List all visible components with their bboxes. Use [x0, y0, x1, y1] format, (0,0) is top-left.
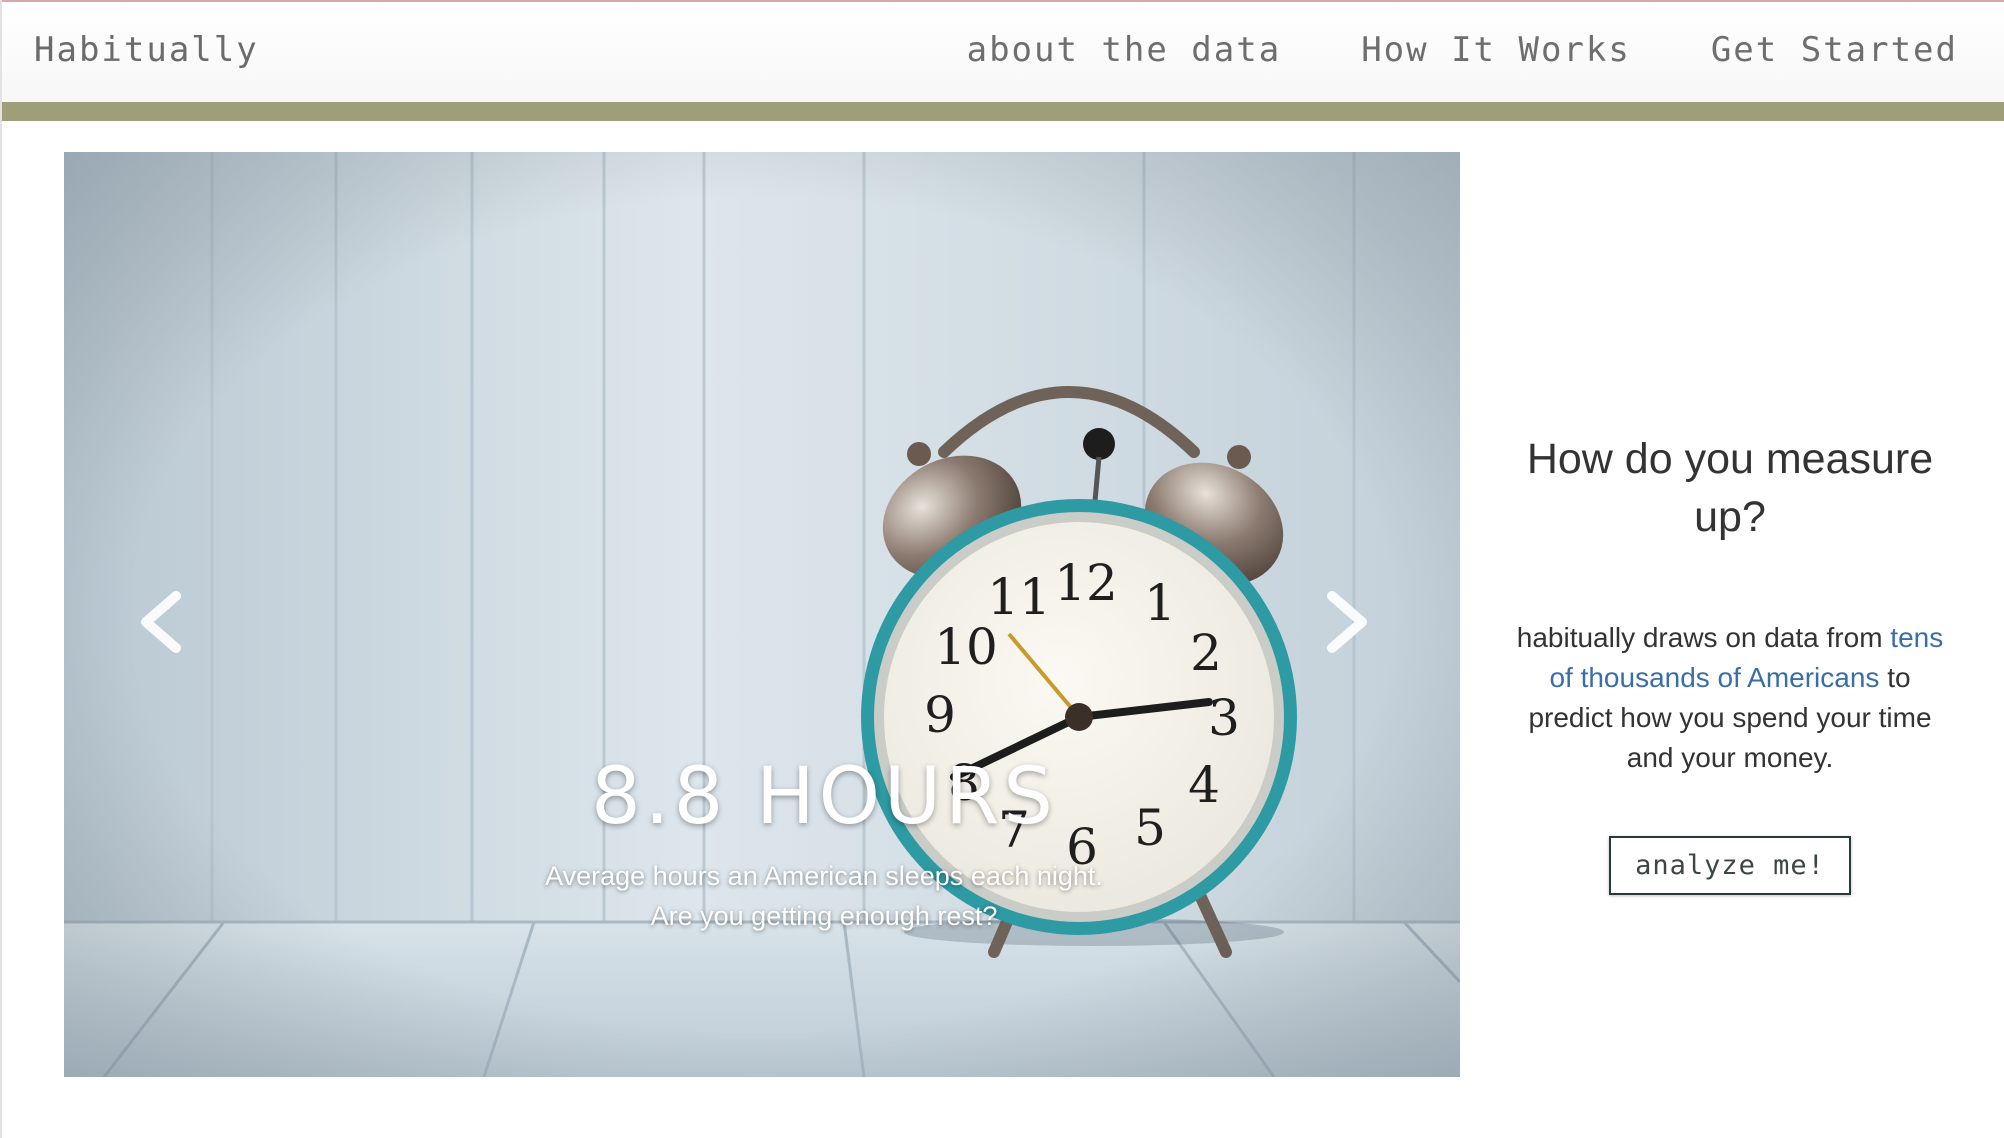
intro-panel: How do you measure up? habitually draws … [1500, 430, 1960, 895]
caption-text: Average hours an American sleeps each ni… [344, 856, 1304, 936]
navbar: Habitually about the data How It Works G… [2, 0, 2004, 102]
alarm-clock-photo: 12 1 2 3 4 5 6 7 8 9 10 11 [64, 152, 1460, 1077]
page-edge-rule [0, 0, 2, 1138]
analyze-me-button[interactable]: analyze me! [1609, 836, 1851, 895]
chevron-right-icon[interactable] [1304, 582, 1384, 662]
hero-carousel: 12 1 2 3 4 5 6 7 8 9 10 11 [64, 152, 1460, 1077]
caption-title: 8.8 HOURS [591, 752, 1057, 842]
page: Habitually about the data How It Works G… [0, 0, 2004, 1138]
nav-link-about-the-data[interactable]: about the data [967, 30, 1282, 70]
carousel-caption: 8.8 HOURS Average hours an American slee… [344, 752, 1304, 936]
accent-bar [2, 102, 2004, 121]
nav-link-how-it-works[interactable]: How It Works [1361, 30, 1631, 70]
intro-body-text-start: habitually draws on data from [1516, 622, 1891, 653]
nav-links: about the data How It Works Get Started [967, 30, 1958, 70]
intro-body: habitually draws on data from tens of th… [1500, 618, 1960, 778]
caption-line-2: Are you getting enough rest? [650, 901, 998, 931]
intro-heading: How do you measure up? [1526, 435, 1934, 541]
chevron-left-icon[interactable] [124, 582, 204, 662]
nav-link-get-started[interactable]: Get Started [1711, 30, 1958, 70]
caption-line-1: Average hours an American sleeps each ni… [545, 861, 1103, 891]
brand-logo-link[interactable]: Habitually [34, 30, 259, 70]
